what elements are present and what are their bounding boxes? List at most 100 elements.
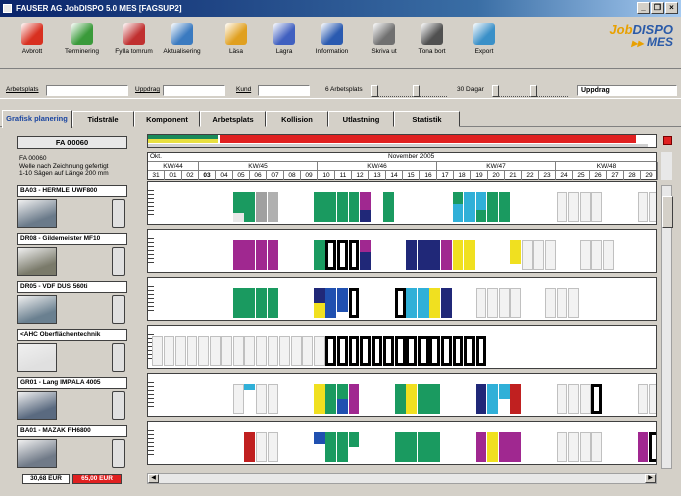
job-block[interactable] xyxy=(313,336,325,366)
toolbar-button-0[interactable]: Avbrott xyxy=(6,21,58,55)
job-block[interactable] xyxy=(313,240,325,270)
job-block[interactable] xyxy=(429,384,441,414)
job-block[interactable] xyxy=(336,240,348,270)
restore-button[interactable]: ❒ xyxy=(651,2,664,14)
job-block[interactable] xyxy=(498,192,510,222)
machine-schedule-lane[interactable] xyxy=(147,181,657,225)
job-block[interactable] xyxy=(244,432,256,462)
machine-schedule-lane[interactable] xyxy=(147,421,657,465)
job-block[interactable] xyxy=(591,240,603,270)
machine-schedule-lane[interactable] xyxy=(147,373,657,417)
toolbar-button-5[interactable]: Lagra xyxy=(258,21,310,55)
job-block[interactable] xyxy=(429,240,441,270)
tab-5[interactable]: Utlastning xyxy=(328,111,394,127)
job-block[interactable] xyxy=(510,432,522,462)
job-block[interactable] xyxy=(568,432,579,462)
job-block[interactable] xyxy=(267,192,279,222)
job-block[interactable] xyxy=(649,432,656,462)
job-block[interactable] xyxy=(510,240,522,270)
job-block[interactable] xyxy=(545,240,556,270)
arbetsplats-slider[interactable] xyxy=(371,85,447,97)
job-block[interactable] xyxy=(591,192,603,222)
job-block[interactable] xyxy=(568,192,579,222)
tab-2[interactable]: Komponent xyxy=(134,111,200,127)
arbetsplats-input[interactable] xyxy=(46,85,128,96)
job-block[interactable] xyxy=(325,432,337,462)
job-block[interactable] xyxy=(637,192,649,222)
horizontal-scrollbar[interactable]: ◀ ▶ xyxy=(147,473,657,484)
job-block[interactable] xyxy=(209,336,221,366)
vertical-scrollbar[interactable] xyxy=(661,185,673,469)
job-block[interactable] xyxy=(475,192,487,222)
job-block[interactable] xyxy=(360,192,371,222)
job-block[interactable] xyxy=(394,288,406,318)
job-block[interactable] xyxy=(325,336,337,366)
machine-schedule-lane[interactable] xyxy=(147,229,657,273)
job-block[interactable] xyxy=(579,432,591,462)
job-block[interactable] xyxy=(649,192,656,222)
job-block[interactable] xyxy=(256,192,267,222)
job-block[interactable] xyxy=(163,336,175,366)
toolbar-button-4[interactable]: Läsa xyxy=(210,21,262,55)
vertical-scroll-thumb[interactable] xyxy=(662,196,673,228)
job-block[interactable] xyxy=(348,432,360,462)
job-block[interactable] xyxy=(244,192,256,222)
job-block[interactable] xyxy=(556,192,568,222)
job-block[interactable] xyxy=(325,288,337,318)
job-block[interactable] xyxy=(406,288,418,318)
toolbar-button-1[interactable]: Terminering xyxy=(56,21,108,55)
job-block[interactable] xyxy=(186,336,198,366)
machine-name[interactable]: DR05 - VDF DUS 560ti xyxy=(17,281,127,293)
job-block[interactable] xyxy=(232,432,244,462)
job-block[interactable] xyxy=(267,432,279,462)
job-block[interactable] xyxy=(383,192,394,222)
job-block[interactable] xyxy=(232,192,244,222)
job-block[interactable] xyxy=(348,240,360,270)
machine-name[interactable]: GR01 - Lang IMPALA 4005 xyxy=(17,377,127,389)
job-block[interactable] xyxy=(371,336,383,366)
tab-3[interactable]: Arbetsplats xyxy=(200,111,266,127)
job-block[interactable] xyxy=(232,384,244,414)
job-block[interactable] xyxy=(417,432,429,462)
job-block[interactable] xyxy=(452,192,464,222)
job-block[interactable] xyxy=(348,192,360,222)
machine-schedule-lane[interactable] xyxy=(147,325,657,369)
kund-input[interactable] xyxy=(258,85,310,96)
job-block[interactable] xyxy=(649,384,656,414)
job-block[interactable] xyxy=(302,336,314,366)
job-block[interactable] xyxy=(325,384,337,414)
job-block[interactable] xyxy=(313,384,325,414)
job-block[interactable] xyxy=(591,384,603,414)
job-block[interactable] xyxy=(637,432,649,462)
job-block[interactable] xyxy=(510,384,522,414)
toolbar-button-6[interactable]: Information xyxy=(306,21,358,55)
job-block[interactable] xyxy=(267,384,279,414)
job-block[interactable] xyxy=(348,384,360,414)
job-block[interactable] xyxy=(313,432,325,462)
job-block[interactable] xyxy=(336,432,348,462)
job-block[interactable] xyxy=(521,240,533,270)
job-block[interactable] xyxy=(336,384,348,414)
job-block[interactable] xyxy=(256,384,267,414)
job-block[interactable] xyxy=(441,288,452,318)
job-block[interactable] xyxy=(579,192,591,222)
job-block[interactable] xyxy=(637,384,649,414)
tab-1[interactable]: Tidsträle xyxy=(72,111,134,127)
job-block[interactable] xyxy=(244,336,256,366)
job-block[interactable] xyxy=(232,336,244,366)
job-block[interactable] xyxy=(348,336,360,366)
job-block[interactable] xyxy=(579,384,591,414)
job-block[interactable] xyxy=(487,288,499,318)
scroll-right-button[interactable]: ▶ xyxy=(645,474,656,483)
machine-name[interactable]: BA03 - HERMLE UWF800 xyxy=(17,185,127,197)
job-block[interactable] xyxy=(568,384,579,414)
job-block[interactable] xyxy=(360,336,371,366)
job-block[interactable] xyxy=(475,336,487,366)
job-block[interactable] xyxy=(256,432,267,462)
uppdrag-input[interactable] xyxy=(163,85,225,96)
scroll-left-button[interactable]: ◀ xyxy=(148,474,159,483)
job-block[interactable] xyxy=(556,432,568,462)
machine-schedule-lane[interactable] xyxy=(147,277,657,321)
toolbar-button-7[interactable]: Skriva ut xyxy=(358,21,410,55)
job-block[interactable] xyxy=(175,336,186,366)
